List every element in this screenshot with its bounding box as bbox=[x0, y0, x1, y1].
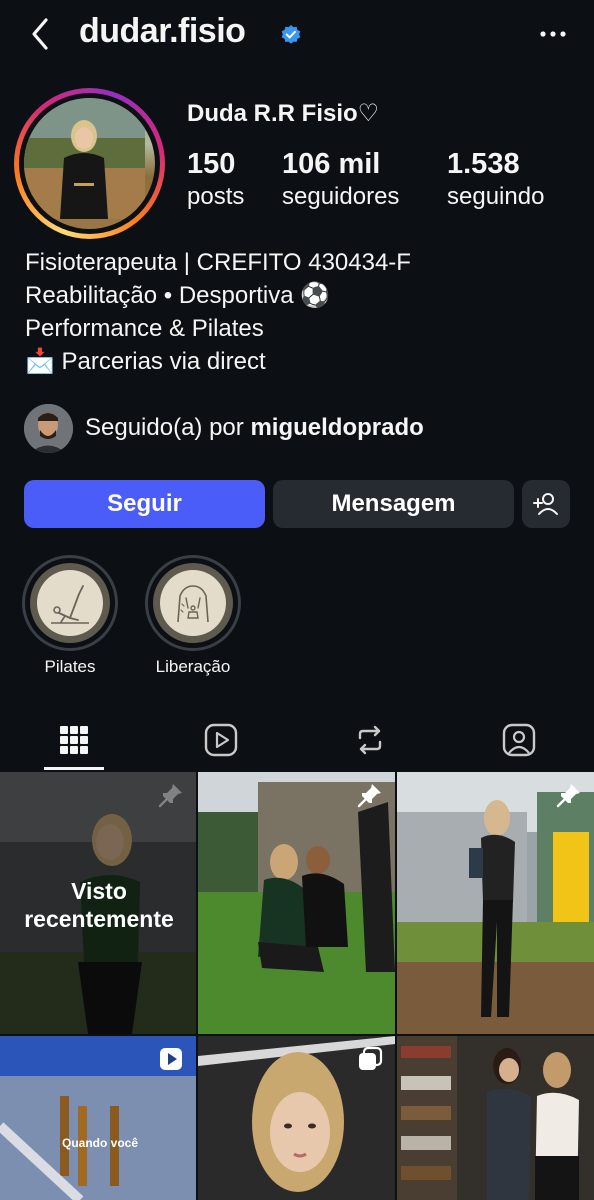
post-photo bbox=[397, 1036, 594, 1200]
highlight-label: Pilates bbox=[44, 657, 96, 676]
reel-icon bbox=[160, 1048, 182, 1070]
tab-tagged[interactable] bbox=[489, 710, 549, 770]
pin-icon bbox=[556, 784, 580, 808]
repost-icon bbox=[358, 725, 382, 755]
post-thumbnail[interactable]: Quando você bbox=[0, 1036, 196, 1200]
bio-line: Performance & Pilates bbox=[25, 315, 264, 342]
profile-display-name: Duda R.R Fisio♡ bbox=[187, 100, 380, 127]
more-options-icon[interactable] bbox=[538, 24, 568, 44]
highlight-pilates[interactable]: Pilates bbox=[22, 555, 118, 677]
post-photo bbox=[397, 772, 594, 1034]
verified-badge-icon bbox=[281, 25, 301, 44]
profile-avatar[interactable] bbox=[14, 88, 165, 239]
highlight-cover bbox=[160, 570, 226, 636]
stat-followers[interactable]: 106 mil seguidores bbox=[282, 146, 399, 212]
highlight-disc bbox=[153, 563, 233, 643]
followed-by-text: Seguido(a) por migueldoprado bbox=[85, 414, 424, 442]
reel-caption: Quando você bbox=[62, 1136, 139, 1150]
stat-following-count: 1.538 bbox=[447, 148, 520, 180]
stat-posts-label: posts bbox=[187, 183, 245, 210]
reels-icon bbox=[204, 723, 238, 757]
pin-icon bbox=[158, 784, 182, 808]
avatar-figure bbox=[24, 98, 145, 219]
tab-reposts[interactable] bbox=[340, 710, 400, 770]
stat-following-label: seguindo bbox=[447, 183, 545, 210]
highlight-disc bbox=[30, 563, 110, 643]
avatar-photo bbox=[24, 98, 155, 229]
posts-grid: Visto recentemente Quando você bbox=[0, 772, 594, 1200]
active-tab-indicator bbox=[44, 767, 104, 770]
stat-followers-count: 106 mil bbox=[282, 148, 381, 180]
bio-line: 📩 Parcerias via direct bbox=[25, 348, 266, 375]
pilates-pose-icon bbox=[51, 585, 89, 624]
message-button[interactable]: Mensagem bbox=[273, 480, 514, 528]
followed-by-prefix: Seguido(a) por bbox=[85, 414, 251, 441]
tab-reels[interactable] bbox=[191, 710, 251, 770]
profile-username: dudar.fisio bbox=[79, 12, 246, 50]
back-arrow-icon[interactable] bbox=[26, 14, 56, 54]
add-person-icon bbox=[533, 493, 558, 515]
grid-icon bbox=[60, 726, 88, 754]
profile-bio: Fisioterapeuta | CREFITO 430434-F Reabil… bbox=[25, 246, 411, 378]
highlight-label: Liberação bbox=[155, 657, 231, 676]
highlight-liberacao[interactable]: Liberação bbox=[145, 555, 241, 677]
profile-tabs bbox=[0, 710, 594, 770]
recently-viewed-label: Visto recentemente bbox=[24, 878, 174, 932]
stat-following[interactable]: 1.538 seguindo bbox=[447, 146, 544, 212]
stat-followers-label: seguidores bbox=[282, 183, 400, 210]
post-thumbnail[interactable]: Visto recentemente bbox=[0, 772, 196, 1034]
followed-by-user[interactable]: migueldoprado bbox=[250, 414, 423, 441]
pin-icon bbox=[357, 784, 381, 808]
post-photo bbox=[198, 772, 395, 1034]
highlight-ring bbox=[145, 555, 241, 651]
bio-line: Reabilitação • Desportiva ⚽ bbox=[25, 282, 331, 309]
top-bar: dudar.fisio bbox=[0, 0, 594, 70]
bio-line: Fisioterapeuta | CREFITO 430434-F bbox=[25, 249, 411, 276]
post-thumbnail[interactable] bbox=[397, 1036, 594, 1200]
follower-avatar bbox=[24, 404, 73, 453]
carousel-icon bbox=[359, 1046, 383, 1070]
highlight-ring bbox=[22, 555, 118, 651]
tagged-icon bbox=[502, 723, 536, 757]
stat-posts[interactable]: 150 posts bbox=[187, 146, 244, 212]
tab-posts-grid[interactable] bbox=[44, 710, 104, 770]
follow-button[interactable]: Seguir bbox=[24, 480, 265, 528]
body-release-icon bbox=[177, 585, 209, 623]
stat-posts-count: 150 bbox=[187, 148, 236, 180]
post-thumbnail[interactable] bbox=[198, 1036, 395, 1200]
post-thumbnail[interactable] bbox=[198, 772, 395, 1034]
avatar-inner bbox=[19, 93, 160, 234]
highlight-cover bbox=[37, 570, 103, 636]
post-thumbnail[interactable] bbox=[397, 772, 594, 1034]
followed-by[interactable]: Seguido(a) por migueldoprado bbox=[24, 404, 584, 456]
suggest-user-button[interactable] bbox=[522, 480, 570, 528]
